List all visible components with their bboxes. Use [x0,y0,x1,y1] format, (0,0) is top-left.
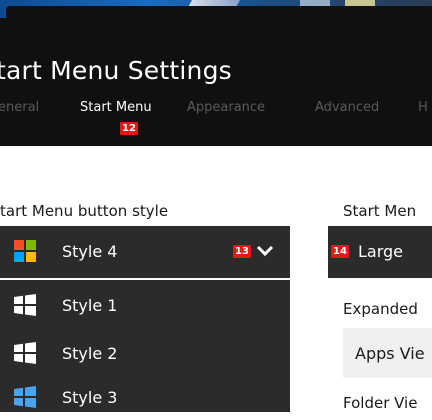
menu-size-dropdown[interactable]: 14 Large [328,226,432,278]
expanded-dropdown[interactable]: Apps Vie [343,328,432,378]
option-style-1[interactable]: Style 1 [0,282,290,328]
button-style-dropdown[interactable]: Style 4 13 [0,226,290,278]
button-style-label: tart Menu button style [0,202,169,220]
folder-view-label: Folder Vie [343,394,418,412]
option-label: Style 1 [62,296,118,315]
option-style-2[interactable]: Style 2 [0,330,290,376]
button-style-options-list: Style 1 Style 2 Style 3 [0,280,290,412]
windows-color-logo-icon [14,240,36,262]
windows-logo-icon [14,386,36,408]
expanded-value: Apps Vie [355,344,425,363]
windows-logo-icon [14,342,36,364]
expanded-label: Expanded [343,300,418,318]
option-label: Style 2 [62,344,118,363]
option-style-3[interactable]: Style 3 [0,374,290,420]
chevron-down-icon[interactable] [256,244,274,258]
settings-header: tart Menu Settings eneral Start Menu App… [0,18,432,146]
annotation-badge-size: 14 [331,245,349,258]
selected-style-label: Style 4 [62,242,118,261]
annotation-badge-tab: 12 [120,122,138,135]
option-label: Style 3 [62,388,118,407]
annotation-badge-dropdown: 13 [233,245,251,258]
menu-size-value: Large [358,242,404,261]
tab-general[interactable]: eneral [0,100,39,115]
menu-size-label: Start Men [343,202,417,220]
window-title: tart Menu Settings [0,56,232,85]
tab-advanced[interactable]: Advanced [315,100,379,115]
tab-start-menu[interactable]: Start Menu [80,100,152,115]
windows-logo-icon [14,294,36,316]
tab-help[interactable]: H [418,100,428,115]
tab-appearance[interactable]: Appearance [187,100,265,115]
